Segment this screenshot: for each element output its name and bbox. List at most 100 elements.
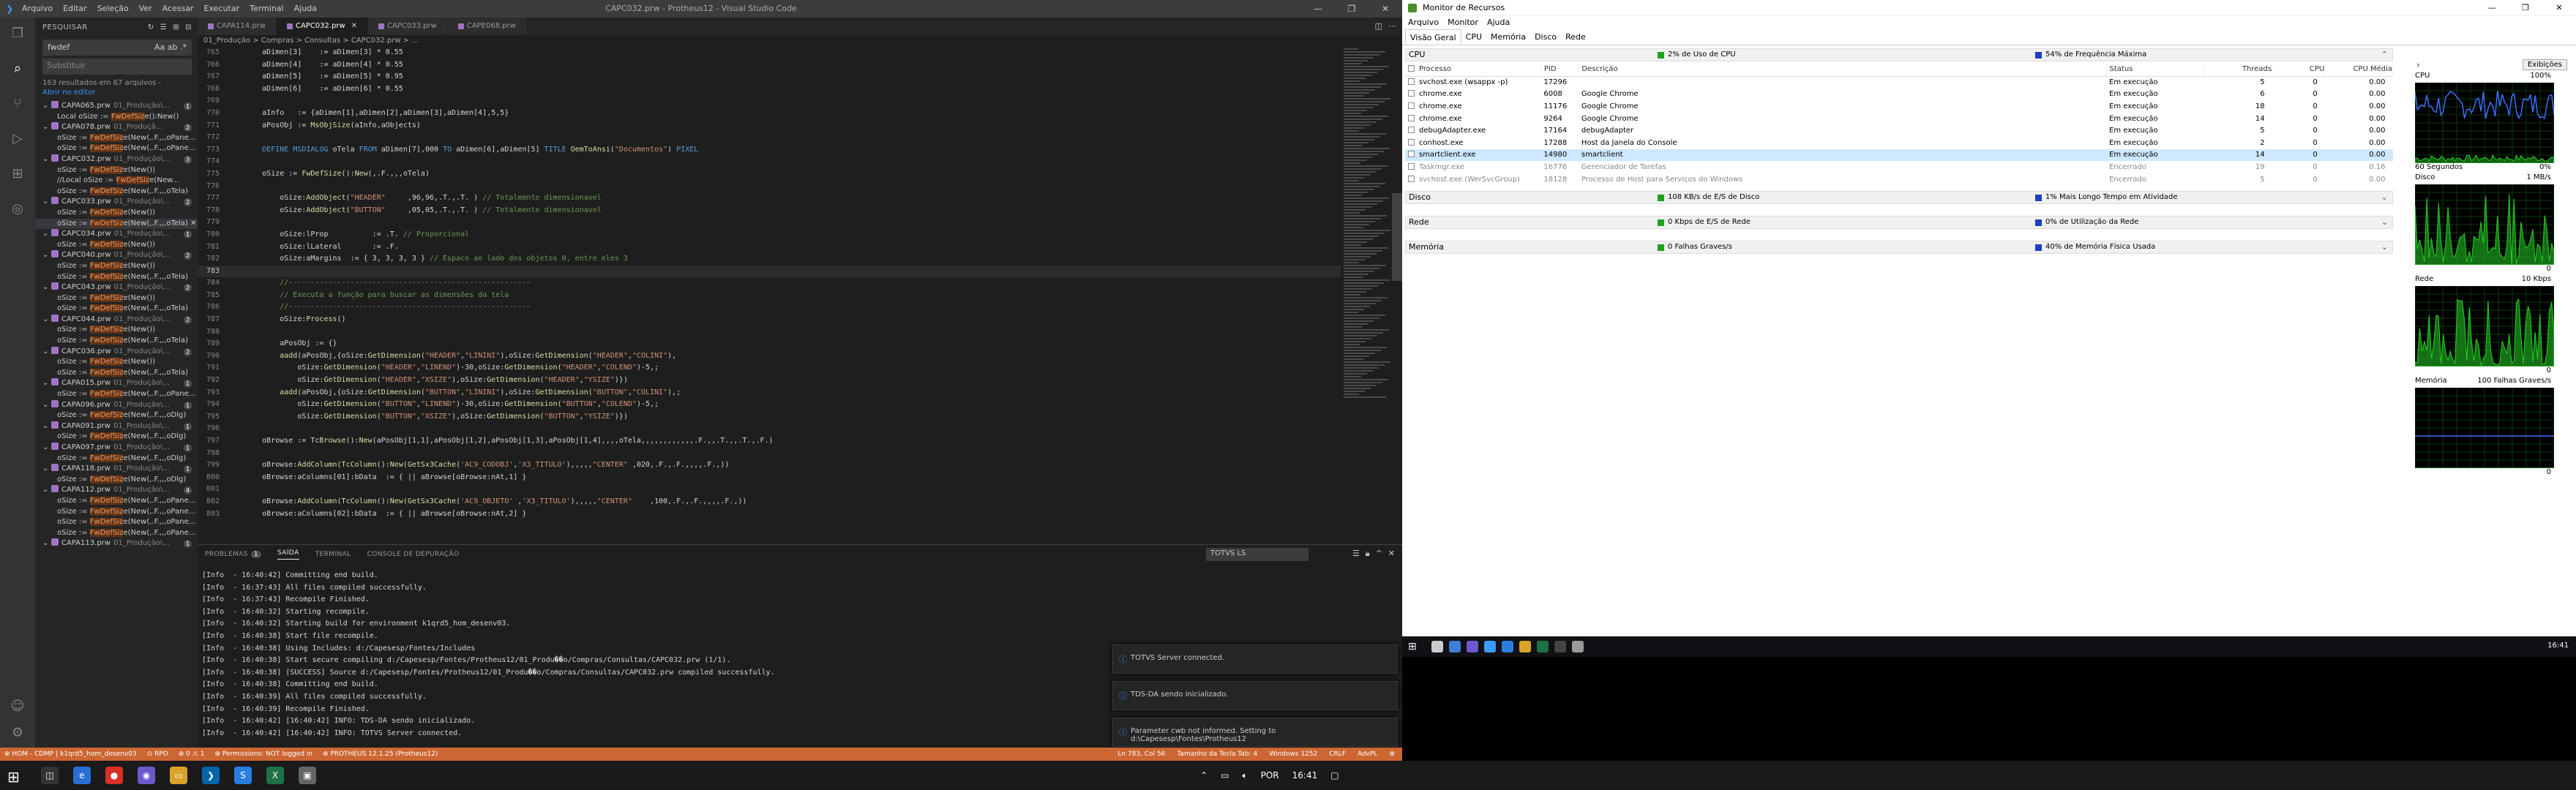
process-row[interactable]: chrome.exe 9264 Google Chrome Em execução 14… — [1405, 113, 2393, 125]
code-line[interactable]: 778 oSize:AddObject("BUTTON" ,05,05,.T.,… — [198, 205, 1402, 217]
search-result-file[interactable]: ⌄ CAPC032.prw 01_Produção\... 3 — [35, 154, 198, 165]
process-row[interactable]: svchost.exe (WerSvcGroup) 18128 Processo d… — [1405, 173, 2393, 186]
refresh-icon[interactable]: ↻ — [148, 23, 154, 40]
replace-input[interactable]: Substituir — [42, 59, 192, 75]
remote-vscode-icon[interactable] — [1484, 641, 1496, 652]
show-hidden-icons-icon[interactable]: ⌃ — [1200, 770, 1208, 780]
code-line[interactable]: 771 aPosObj := MsObjSize(aInfo,aObjects) — [198, 120, 1402, 132]
clear-output-icon[interactable]: ☰ — [1352, 549, 1360, 559]
process-checkbox[interactable] — [1408, 151, 1415, 158]
column-header[interactable]: Descrição — [1578, 63, 2107, 77]
disk-section-header[interactable]: Disco 108 KB/s de E/S de Disco 1% Mais L… — [1405, 191, 2393, 205]
process-row[interactable]: smartclient.exe 14980 smartclient Em execuç… — [1405, 148, 2393, 162]
search-result-match[interactable]: oSize := FwDefSize(New()) — [35, 208, 198, 219]
search-result-match[interactable]: oSize := FwDefSize(New()) — [35, 261, 198, 272]
search-result-match[interactable]: oSize := FwDefSize(New(,.F.,,,oTela) — [35, 272, 198, 283]
chevron-down-icon[interactable]: ⌄ — [42, 315, 51, 326]
open-in-editor-link[interactable]: Abrir no editor — [35, 89, 198, 101]
views-button[interactable]: Exibições — [2522, 59, 2567, 70]
chevron-down-icon[interactable]: ⌄ — [42, 282, 51, 293]
panel-tab-2[interactable]: TERMINAL — [315, 551, 351, 558]
expand-chevron-icon[interactable]: ⌄ — [2381, 217, 2388, 228]
resmon-menu-item[interactable]: Ajuda — [1487, 16, 1510, 29]
search-result-file[interactable]: ⌄ CAPA091.prw 01_Produção\... 1 — [35, 421, 198, 432]
explorer-icon[interactable]: ❐ — [9, 25, 26, 42]
tab-capa114-prw[interactable]: CAPA114.prw — [198, 18, 277, 35]
more-actions-icon[interactable]: ⋯ — [1388, 21, 1396, 31]
code-line[interactable]: 772 — [198, 132, 1402, 144]
search-result-match[interactable]: oSize := FwDefSize(New(,.F.,,,oPane... — [35, 528, 198, 539]
clear-results-icon[interactable]: ☰ — [160, 23, 167, 40]
column-header[interactable]: CPU Média — [2324, 63, 2393, 77]
code-line[interactable]: 793 aadd(aPosObj,{oSize:GetDimension("BU… — [198, 387, 1402, 399]
collapse-all-icon[interactable]: ⊟ — [185, 23, 192, 40]
status-right-item[interactable]: ⊕ — [1389, 748, 1395, 761]
search-result-match[interactable]: oSize := FwDefSize(New(,.F.,,,oTela) — [35, 368, 198, 379]
search-result-file[interactable]: ⌄ CAPA113.prw 01_Produção\... 1 — [35, 538, 198, 549]
expand-chevron-icon[interactable]: ⌄ — [2381, 241, 2388, 253]
remote-desktop-icon[interactable]: ▣ — [299, 767, 316, 784]
status-right-item[interactable]: Tamanho da Tecla Tab: 4 — [1177, 748, 1257, 761]
volume-icon[interactable]: 🔈︎ — [1242, 770, 1247, 781]
language-indicator[interactable]: POR — [1261, 770, 1279, 780]
close-icon[interactable]: ✕ — [2542, 0, 2576, 16]
search-input[interactable]: fwdef Aa ab .* — [42, 40, 192, 56]
app-icon[interactable]: ◉ — [138, 767, 155, 784]
search-result-file[interactable]: ⌄ CAPA112.prw 01_Produção\... 4 — [35, 485, 198, 496]
code-line[interactable]: 777 oSize:AddObject("HEADER" ,96,96,.T.,… — [198, 192, 1402, 205]
column-header[interactable]: Status — [2106, 63, 2205, 77]
resmon-menu-item[interactable]: Monitor — [1448, 16, 1478, 29]
chevron-down-icon[interactable]: ⌄ — [42, 400, 51, 411]
vscode-taskbar-icon[interactable]: ❯ — [202, 767, 220, 784]
search-result-file[interactable]: ⌄ CAPC044.prw 01_Produção\... 2 — [35, 314, 198, 326]
status-left-item[interactable]: ⊙ RPO — [147, 748, 168, 761]
panel-tab-3[interactable]: CONSOLE DE DEPURAÇÃO — [367, 551, 460, 558]
breadcrumb[interactable]: 01_Produção > Compras > Consultas > CAPC… — [198, 35, 1402, 47]
notification-toast[interactable]: TDS-DA sendo inicializado. — [1112, 681, 1398, 710]
search-result-file[interactable]: ⌄ CAPA097.prw 01_Produção\... 1 — [35, 443, 198, 454]
remote-app-icon[interactable] — [1467, 641, 1478, 652]
code-line[interactable]: 788 — [198, 326, 1402, 339]
chevron-down-icon[interactable]: ⌄ — [42, 538, 51, 549]
process-checkbox[interactable] — [1408, 175, 1415, 182]
process-row[interactable]: Taskmgr.exe 16776 Gerenciador de Tarefas En… — [1405, 161, 2393, 173]
process-checkbox[interactable] — [1408, 127, 1415, 134]
column-header[interactable]: Processo — [1405, 63, 1541, 77]
code-line[interactable]: 765 aDimen[3] := aDimen[3] * 0.55 — [198, 47, 1402, 59]
output-log[interactable]: [Info - 16:40:42] Committing end build. [… — [202, 570, 1109, 745]
remote-explorer-icon[interactable] — [1519, 641, 1531, 652]
chevron-down-icon[interactable]: ⌄ — [42, 464, 51, 475]
resmon-tab[interactable]: Memória — [1486, 29, 1530, 45]
process-checkbox[interactable] — [1408, 102, 1415, 109]
search-result-match[interactable]: oSize := FwDefSize(New(,.F.,,,oDlg) — [35, 432, 198, 443]
search-result-match[interactable]: oSize := FwDefSize(New(,.F.,,,oTela) — [35, 304, 198, 315]
process-checkbox[interactable] — [1408, 78, 1415, 86]
minimize-icon[interactable]: — — [2475, 0, 2509, 16]
search-result-file[interactable]: ⌄ CAPA065.prw 01_Produção\... 1 — [35, 101, 198, 112]
notification-toast[interactable]: Parameter cwb not informed. Setting to d… — [1112, 718, 1398, 747]
lock-scroll-icon[interactable]: 🔒︎ — [1366, 549, 1370, 559]
select-all-checkbox[interactable] — [1408, 65, 1415, 72]
run-debug-icon[interactable]: ▷ — [9, 130, 26, 148]
code-line[interactable]: 783 — [198, 265, 1402, 278]
search-result-match[interactable]: oSize := FwDefSize(New(,.F.,,,oPane... — [35, 517, 198, 528]
chevron-down-icon[interactable]: ⌄ — [42, 154, 51, 165]
search-result-match[interactable]: oSize := FwDefSize(New(,.F.,,,oTela) — [35, 336, 198, 347]
search-result-match[interactable]: oSize := FwDefSize(New(,.F.,,,oPane... — [35, 133, 198, 144]
chevron-down-icon[interactable]: ⌄ — [42, 101, 51, 112]
split-editor-icon[interactable]: ◫ — [1375, 21, 1382, 31]
search-result-match[interactable]: oSize := FwDefSize(New(,.F.,,,oPane... — [35, 389, 198, 400]
remote-resmon-icon[interactable] — [1572, 641, 1584, 652]
network-icon[interactable]: ▭ — [1221, 770, 1229, 780]
maximize-icon[interactable]: ❐ — [1335, 0, 1368, 18]
status-left-item[interactable]: ⊕ Permissions: NOT logged in — [215, 748, 312, 761]
remote-search-icon[interactable] — [1431, 641, 1443, 652]
code-line[interactable]: 768 aDimen[6] := aDimen[6] * 0.55 — [198, 83, 1402, 96]
maximize-icon[interactable]: ❐ — [2509, 0, 2542, 16]
collapse-chevron-icon[interactable]: ⌃ — [2381, 49, 2388, 61]
search-result-file[interactable]: ⌄ CAPC040.prw 01_Produção\... 2 — [35, 250, 198, 261]
remote-start-icon[interactable]: ⊞ — [1408, 641, 1417, 652]
close-panel-icon[interactable]: ✕ — [1388, 549, 1395, 559]
search-result-file[interactable]: ⌄ CAPC043.prw 01_Produção\... 2 — [35, 282, 198, 293]
totvs-icon[interactable]: ◎ — [9, 200, 26, 218]
